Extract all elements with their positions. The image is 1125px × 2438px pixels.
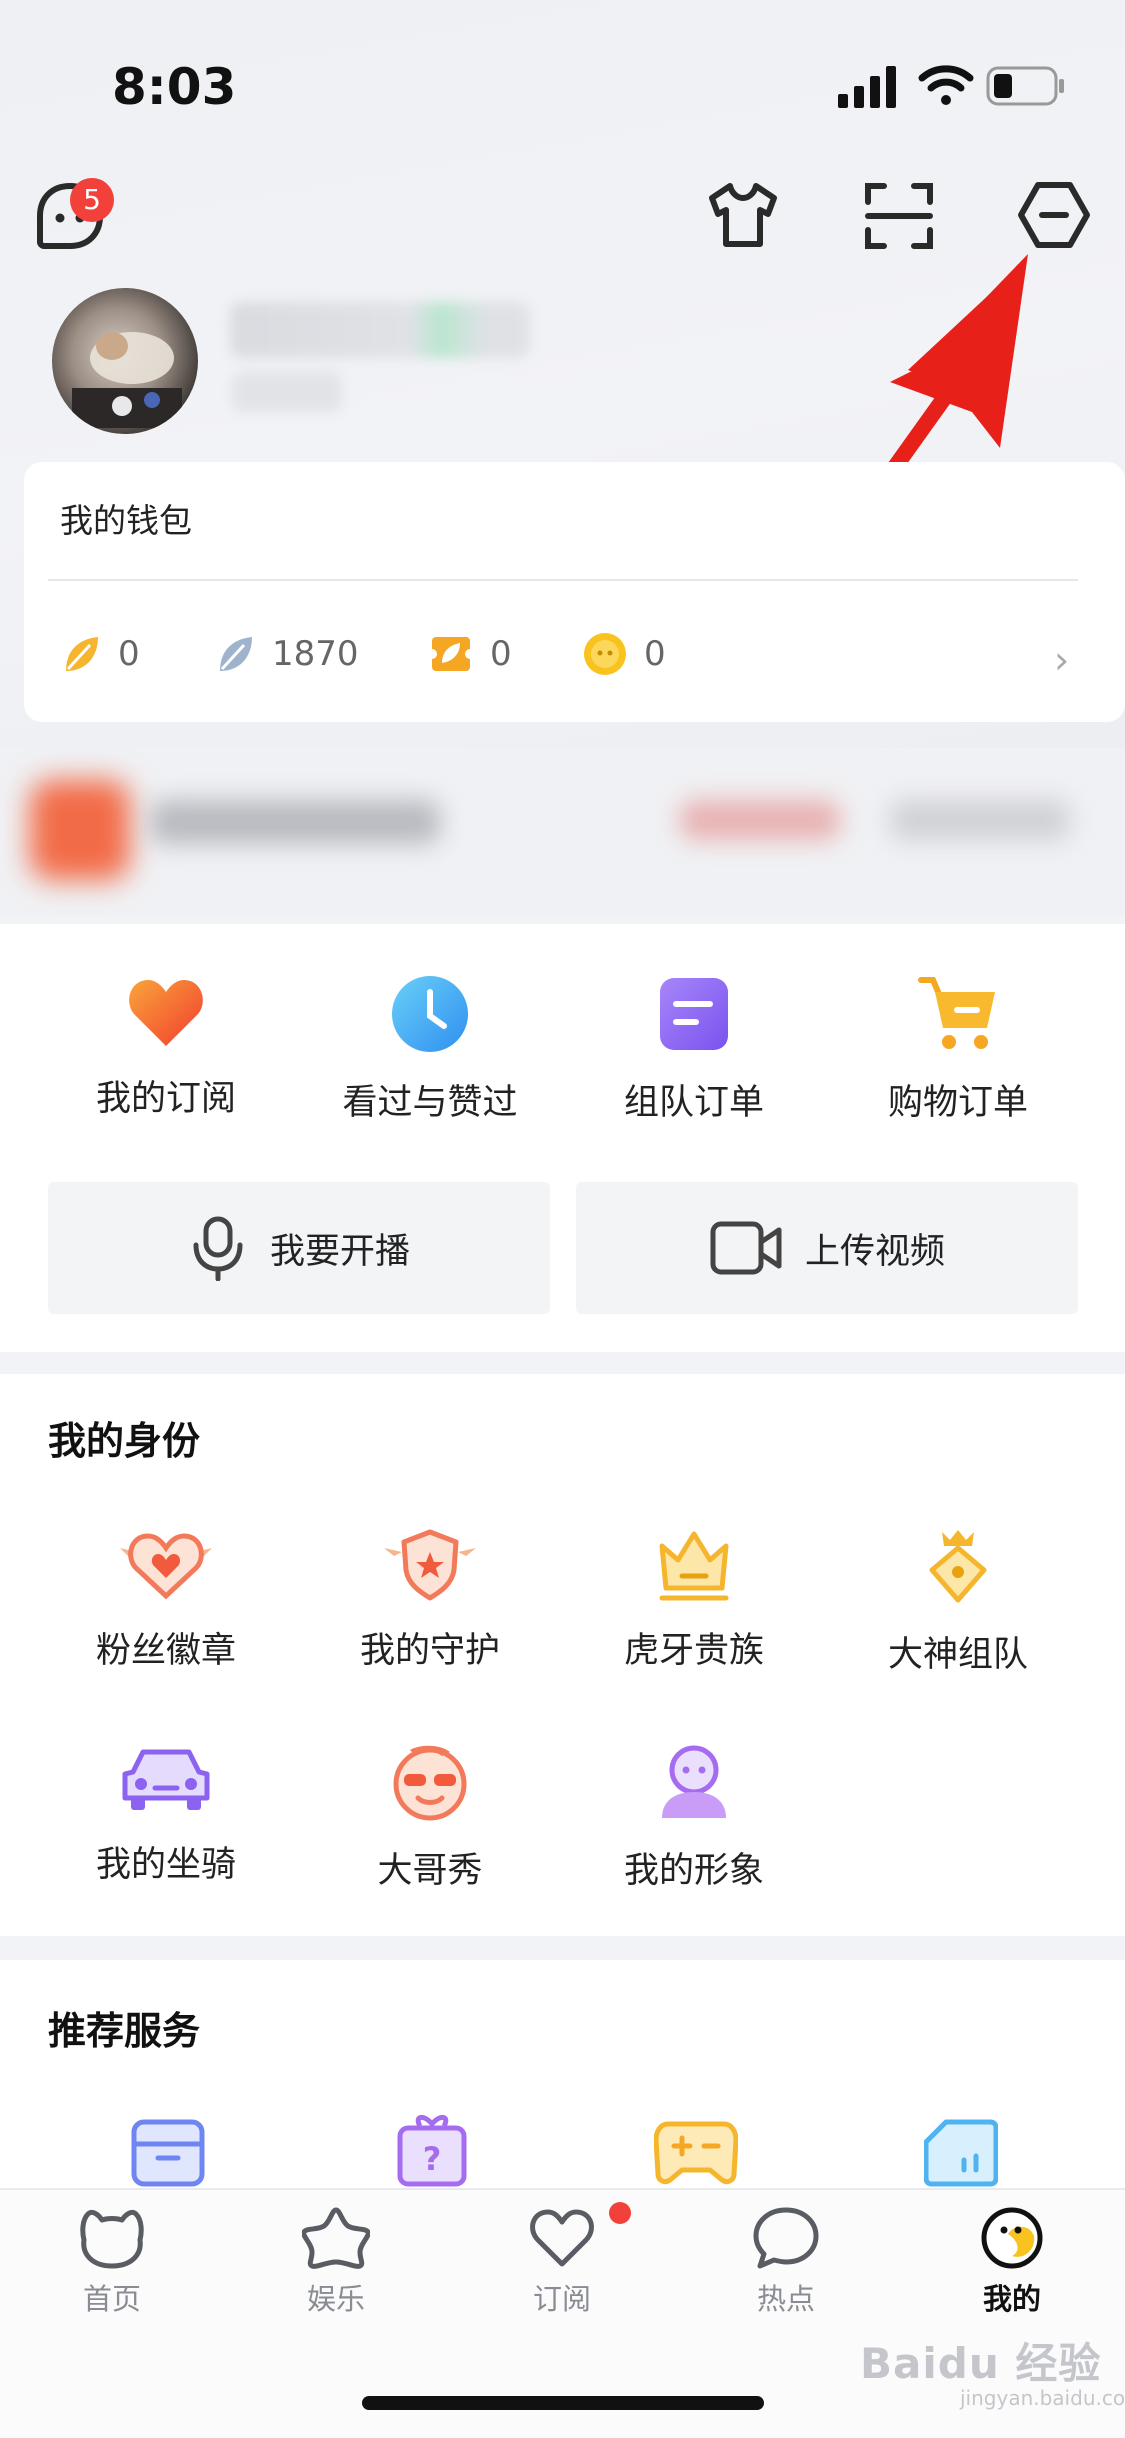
microphone-icon [193, 1216, 243, 1281]
crown-gem-icon [929, 1530, 987, 1603]
wallet-gold-leaf[interactable]: 0 [60, 632, 140, 676]
banner-tag-blurred [890, 800, 1070, 840]
grid-label: 大哥秀 [377, 1851, 483, 1891]
tab-label: 首页 [82, 2282, 141, 2316]
wallet-value: 1870 [272, 634, 359, 674]
my-mount[interactable]: 我的坐骑 [36, 1742, 296, 1887]
cool-face-icon [393, 1745, 467, 1821]
huya-nobility[interactable]: 虎牙贵族 [564, 1526, 824, 1673]
gift-icon[interactable]: ? [394, 2112, 470, 2188]
star-icon [301, 2207, 371, 2269]
start-live-button[interactable]: 我要开播 [48, 1182, 550, 1314]
grid-label: 我的守护 [359, 1631, 500, 1671]
wallet-value: 0 [118, 634, 140, 674]
avatar[interactable] [52, 288, 198, 434]
divider [48, 579, 1078, 581]
section-title: 我的身份 [48, 1419, 201, 1463]
clock-icon [392, 976, 468, 1052]
grid-label: 大神组队 [887, 1635, 1028, 1675]
my-image[interactable]: 我的形象 [564, 1742, 824, 1893]
wifi-icon [918, 65, 974, 105]
upload-video-label: 上传视频 [804, 1231, 945, 1272]
wallet-ticket[interactable]: 0 [428, 632, 512, 676]
box-icon[interactable] [130, 2118, 206, 2188]
grid-label: 看过与赞过 [342, 1083, 518, 1123]
tab-label: 我的 [982, 2282, 1041, 2316]
team-orders[interactable]: 组队订单 [564, 974, 824, 1125]
wallet-coin[interactable]: 0 [582, 632, 666, 676]
banner-text-blurred [150, 800, 440, 844]
avatar-figure-icon [662, 1745, 726, 1818]
gold-leaf-icon [66, 637, 98, 671]
wallet-value: 0 [644, 634, 666, 674]
notification-badge: 5 [70, 178, 114, 222]
big-brother-show[interactable]: 大哥秀 [300, 1742, 560, 1893]
watched-liked[interactable]: 看过与赞过 [300, 974, 560, 1125]
grid-label: 我的坐骑 [95, 1845, 236, 1885]
document-icon [660, 978, 728, 1050]
tshirt-icon[interactable] [706, 180, 780, 250]
start-live-label: 我要开播 [269, 1231, 410, 1272]
watermark-url: jingyan.baidu.com [960, 2386, 1125, 2410]
svg-text:?: ? [423, 2140, 442, 2178]
heart-badge-icon [120, 1533, 212, 1600]
tab-home[interactable]: 首页 [42, 2206, 182, 2318]
battery-icon [986, 66, 1064, 106]
my-guard[interactable]: 我的守护 [300, 1526, 560, 1673]
subscription-dot [609, 2202, 631, 2224]
tab-entertainment[interactable]: 娱乐 [266, 2206, 406, 2318]
master-team[interactable]: 大神组队 [828, 1526, 1088, 1677]
grid-label: 组队订单 [623, 1083, 764, 1123]
cart-icon [918, 977, 995, 1049]
tab-mine[interactable]: 我的 [942, 2206, 1082, 2318]
chat-bubble-icon [753, 2207, 819, 2269]
crown-icon [659, 1531, 729, 1601]
wallet-value: 0 [490, 634, 512, 674]
ticket-icon [428, 637, 474, 671]
upload-video-button[interactable]: 上传视频 [576, 1182, 1078, 1314]
home-icon [80, 2209, 144, 2269]
silver-leaf-icon [220, 637, 252, 671]
wallet-title: 我的钱包 [60, 501, 192, 540]
video-camera-icon [710, 1221, 782, 1275]
grid-label: 我的形象 [623, 1851, 764, 1891]
shopping-orders[interactable]: 购物订单 [828, 974, 1088, 1125]
grid-label: 我的订阅 [95, 1079, 236, 1119]
gamepad-icon[interactable] [654, 2118, 738, 2188]
watermark: Baidu 经验 [860, 2339, 1102, 2388]
tab-label: 娱乐 [306, 2282, 365, 2316]
shield-icon [384, 1529, 476, 1601]
card-icon[interactable] [924, 2118, 998, 2188]
fan-badge[interactable]: 粉丝徽章 [36, 1526, 296, 1673]
heart-outline-icon [530, 2209, 594, 2267]
section-title: 推荐服务 [48, 2009, 201, 2053]
status-time: 8:03 [112, 58, 237, 116]
grid-label: 粉丝徽章 [95, 1631, 236, 1671]
wallet-silver-leaf[interactable]: 1870 [214, 632, 359, 676]
banner-image-blurred [30, 780, 130, 880]
tab-label: 订阅 [532, 2282, 591, 2316]
coin-icon [584, 633, 626, 675]
smiley-icon [981, 2207, 1043, 2269]
tab-label: 热点 [756, 2282, 815, 2316]
heart-icon [129, 980, 203, 1046]
banner-tag-blurred [680, 800, 840, 840]
grid-label: 购物订单 [887, 1083, 1028, 1123]
username-blurred [230, 302, 530, 358]
home-indicator[interactable] [362, 2396, 764, 2410]
tab-hot[interactable]: 热点 [716, 2206, 856, 2318]
chevron-right-icon[interactable]: › [1054, 638, 1069, 682]
grid-label: 虎牙贵族 [623, 1631, 764, 1671]
user-subtitle-blurred [232, 372, 342, 412]
my-subscriptions[interactable]: 我的订阅 [36, 974, 296, 1121]
car-icon [122, 1749, 210, 1810]
tab-subscription[interactable]: 订阅 [492, 2206, 632, 2318]
